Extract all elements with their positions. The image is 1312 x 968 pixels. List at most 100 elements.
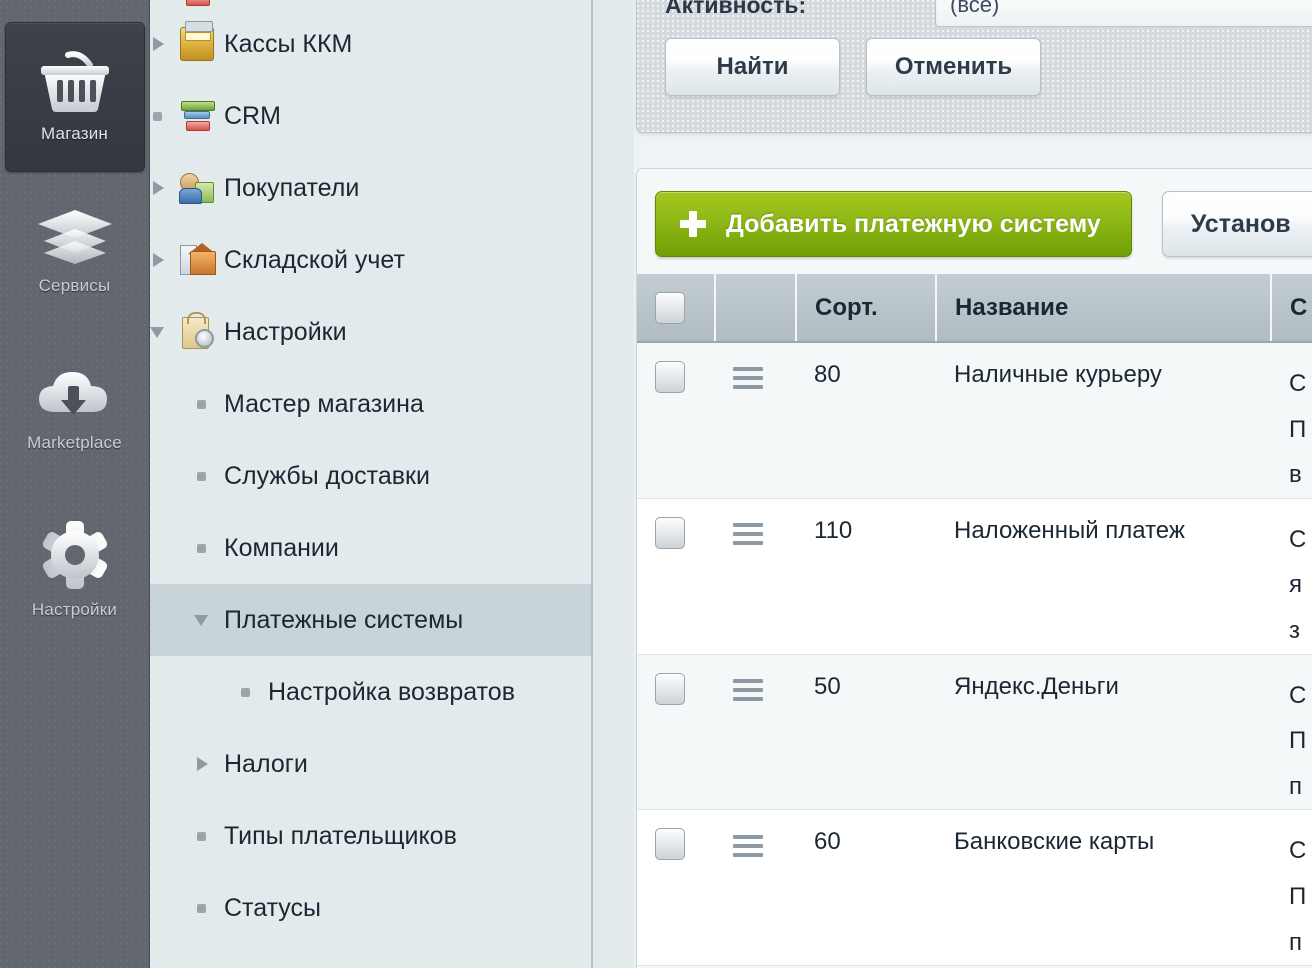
main-content: Активность: (все) Найти Отменить Добавит… bbox=[634, 0, 1312, 968]
gear-icon bbox=[40, 520, 110, 594]
settings-bag-icon bbox=[180, 312, 214, 349]
header-description[interactable]: С bbox=[1271, 274, 1312, 343]
row-drag-cell bbox=[715, 809, 796, 967]
row-desc-line: С bbox=[1289, 837, 1307, 865]
activity-label: Активность: bbox=[665, 0, 807, 18]
install-button[interactable]: Установ bbox=[1161, 191, 1312, 257]
bullet-icon bbox=[194, 467, 212, 485]
row-checkbox[interactable] bbox=[655, 516, 685, 549]
rail-item-shop-label: Магазин bbox=[41, 123, 108, 143]
table-row[interactable]: 80 Наличные курьеру С П в bbox=[637, 342, 1312, 499]
rail-item-shop[interactable]: Магазин bbox=[4, 22, 145, 172]
add-payment-system-label: Добавить платежную систему bbox=[726, 209, 1101, 238]
tree-item-label: Настройка возвратов bbox=[268, 677, 515, 706]
row-sort: 80 bbox=[796, 342, 936, 499]
bullet-icon bbox=[150, 107, 168, 125]
row-name[interactable]: Наложенный платеж bbox=[936, 498, 1271, 655]
rail-item-settings-label: Настройки bbox=[31, 599, 118, 619]
drag-handle-icon[interactable] bbox=[733, 367, 763, 390]
row-desc-line: С bbox=[1289, 525, 1307, 553]
row-drag-cell bbox=[715, 654, 796, 811]
filter-buttons: Найти Отменить bbox=[665, 38, 1041, 96]
drag-handle-icon[interactable] bbox=[733, 834, 763, 857]
tree-item-master-magazina[interactable]: Мастер магазина bbox=[150, 368, 593, 440]
chevron-right-icon[interactable] bbox=[150, 251, 168, 269]
header-drag bbox=[715, 274, 797, 343]
cancel-button[interactable]: Отменить bbox=[866, 38, 1041, 96]
tree-item-crm[interactable]: CRM bbox=[150, 80, 593, 152]
tree-item-label: Складской учет bbox=[224, 245, 405, 274]
tree-item-nalogi[interactable]: Налоги bbox=[150, 728, 593, 800]
row-checkbox[interactable] bbox=[655, 361, 685, 393]
row-description: С я з bbox=[1271, 498, 1312, 655]
tree-item-tipy-platelshchikov[interactable]: Типы плательщиков bbox=[150, 800, 593, 872]
row-desc-line: з bbox=[1289, 616, 1301, 644]
tree-item-kassy-kkm[interactable]: Кассы ККМ bbox=[150, 8, 593, 80]
payment-systems-table: Сорт. Название С 80 Наличные курьеру С П… bbox=[637, 274, 1312, 968]
header-select-all bbox=[637, 274, 716, 343]
chevron-down-icon[interactable] bbox=[194, 611, 212, 629]
drag-handle-icon[interactable] bbox=[733, 678, 763, 701]
row-desc-line: С bbox=[1289, 370, 1307, 397]
tree-item-skladskoy-uchet[interactable]: Складской учет bbox=[150, 224, 593, 296]
table-row[interactable]: 110 Наложенный платеж С я з bbox=[637, 498, 1312, 655]
row-name[interactable]: Наличные курьеру bbox=[936, 342, 1271, 499]
row-name[interactable]: Яндекс.Деньги bbox=[936, 654, 1271, 811]
bullet-icon bbox=[194, 827, 212, 845]
tree-item-label: Службы доставки bbox=[224, 461, 430, 490]
tree-item-label: Кассы ККМ bbox=[224, 29, 353, 58]
tree-item-nastroyka-vozvratov[interactable]: Настройка возвратов bbox=[150, 656, 593, 728]
tree-item-cutoff-label bbox=[224, 0, 231, 4]
chevron-down-icon[interactable] bbox=[150, 323, 168, 341]
rail-item-marketplace[interactable]: Marketplace bbox=[5, 350, 145, 470]
row-desc-line: в bbox=[1289, 461, 1302, 489]
search-button[interactable]: Найти bbox=[665, 38, 840, 96]
tree-item-cutoff[interactable] bbox=[150, 0, 593, 6]
rail-item-marketplace-label: Marketplace bbox=[27, 432, 122, 452]
chevron-right-icon[interactable] bbox=[150, 179, 168, 197]
row-name[interactable]: Банковские карты bbox=[936, 809, 1271, 967]
tree-item-label: Мастер магазина bbox=[224, 389, 424, 418]
header-name[interactable]: Название bbox=[936, 274, 1272, 343]
table-header: Сорт. Название С bbox=[637, 274, 1312, 343]
tree-item-label: Покупатели bbox=[224, 173, 360, 202]
tree-item-label: CRM bbox=[224, 101, 281, 130]
tree-item-pokupateli[interactable]: Покупатели bbox=[150, 152, 593, 224]
bullet-icon bbox=[194, 539, 212, 557]
row-checkbox[interactable] bbox=[655, 828, 685, 861]
table-row[interactable]: 50 Яндекс.Деньги С П п bbox=[637, 654, 1312, 811]
header-sort[interactable]: Сорт. bbox=[796, 274, 937, 343]
rail-item-services-label: Сервисы bbox=[38, 275, 111, 295]
grid-panel: Добавить платежную систему Установ Сорт.… bbox=[636, 168, 1312, 968]
row-desc-line: П bbox=[1289, 415, 1307, 443]
row-checkbox-cell bbox=[637, 654, 715, 811]
add-payment-system-button[interactable]: Добавить платежную систему bbox=[655, 191, 1132, 257]
row-checkbox[interactable] bbox=[655, 672, 685, 705]
row-desc-line: С bbox=[1289, 681, 1307, 709]
drag-handle-icon[interactable] bbox=[733, 522, 763, 545]
activity-select-value: (все) bbox=[950, 0, 1000, 17]
table-body: 80 Наличные курьеру С П в 110 Наложенный… bbox=[637, 342, 1312, 968]
rail-item-settings[interactable]: Настройки bbox=[5, 510, 145, 630]
layers-icon bbox=[36, 209, 114, 270]
tree-item-sluzhby-dostavki[interactable]: Службы доставки bbox=[150, 440, 593, 512]
tree-item-platezhnye-sistemy[interactable]: Платежные системы bbox=[150, 584, 593, 656]
row-desc-line: П bbox=[1289, 882, 1307, 910]
chevron-right-icon[interactable] bbox=[194, 755, 212, 773]
tree-item-kompanii[interactable]: Компании bbox=[150, 512, 593, 584]
tree-item-statusy[interactable]: Статусы bbox=[150, 872, 593, 944]
tree-item-nastroyki[interactable]: Настройки bbox=[150, 296, 593, 368]
cloud-download-icon bbox=[35, 368, 115, 427]
bullet-icon bbox=[238, 683, 256, 701]
row-desc-line: я bbox=[1289, 571, 1302, 599]
activity-select[interactable]: (все) bbox=[935, 0, 1312, 27]
table-row[interactable]: 60 Банковские карты С П п bbox=[637, 809, 1312, 967]
row-checkbox-cell bbox=[637, 342, 715, 499]
grid-toolbar: Добавить платежную систему Установ bbox=[637, 169, 1312, 274]
cash-register-icon bbox=[180, 21, 214, 61]
chevron-right-icon[interactable] bbox=[150, 35, 168, 53]
install-button-label: Установ bbox=[1190, 209, 1291, 238]
select-all-checkbox[interactable] bbox=[655, 291, 685, 324]
rail-item-services[interactable]: Сервисы bbox=[5, 192, 145, 312]
table-header-row: Сорт. Название С bbox=[637, 274, 1312, 343]
